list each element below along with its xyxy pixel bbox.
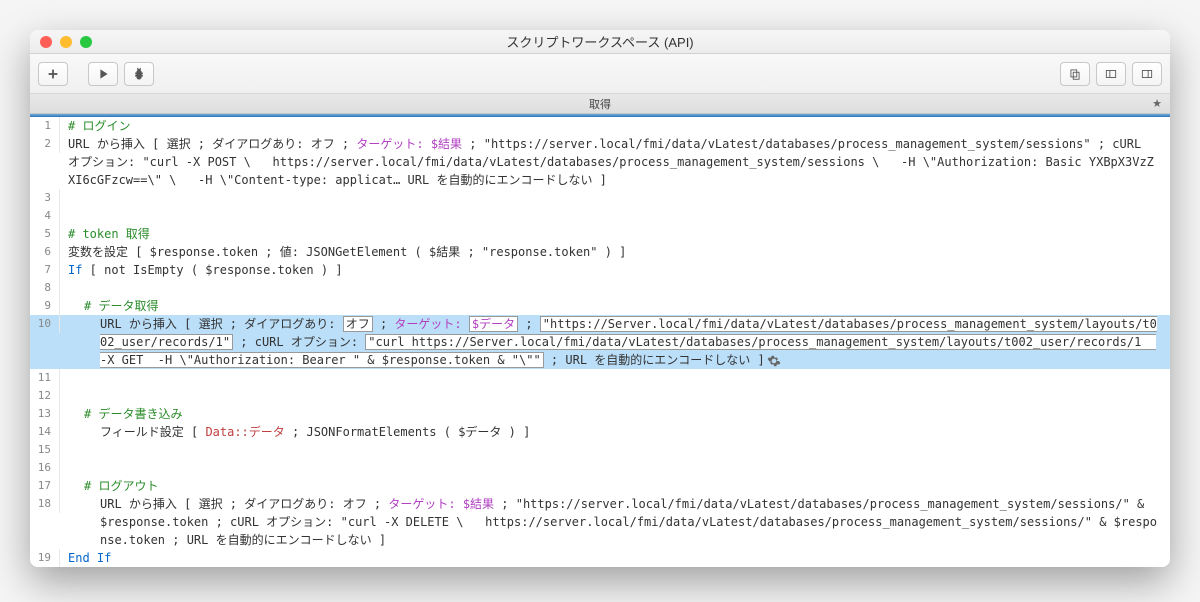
script-line[interactable]: 13# データ書き込み (30, 405, 1170, 423)
script-line[interactable]: 6変数を設定 [ $response.token ; 値: JSONGetEle… (30, 243, 1170, 261)
script-step[interactable]: # token 取得 (60, 225, 1170, 243)
script-step[interactable]: URL から挿入 [ 選択 ; ダイアログあり: オフ ; ターゲット: $結果… (60, 495, 1170, 549)
line-number: 10 (30, 315, 60, 333)
line-number: 6 (30, 243, 60, 261)
line-number: 1 (30, 117, 60, 135)
script-line[interactable]: 4 (30, 207, 1170, 225)
line-number: 14 (30, 423, 60, 441)
toolbar (30, 54, 1170, 94)
minimize-icon[interactable] (60, 36, 72, 48)
gear-icon[interactable] (767, 354, 781, 368)
script-workspace-window: スクリプトワークスペース (API) (30, 30, 1170, 567)
line-number: 13 (30, 405, 60, 423)
line-number: 19 (30, 549, 60, 567)
script-step[interactable]: # データ取得 (60, 297, 1170, 315)
script-tab[interactable]: 取得 ★ (30, 94, 1170, 114)
modified-indicator-icon: ★ (1152, 97, 1162, 110)
script-step[interactable]: URL から挿入 [ 選択 ; ダイアログあり: オフ ; ターゲット: $結果… (60, 135, 1170, 189)
bug-icon (132, 67, 146, 81)
line-number: 12 (30, 387, 60, 405)
script-line[interactable]: 5# token 取得 (30, 225, 1170, 243)
maximize-icon[interactable] (80, 36, 92, 48)
script-line[interactable]: 12 (30, 387, 1170, 405)
play-icon (96, 67, 110, 81)
copy-button[interactable] (1060, 62, 1090, 86)
window-title: スクリプトワークスペース (API) (506, 32, 693, 51)
script-line[interactable]: 14フィールド設定 [ Data::データ ; JSONFormatElemen… (30, 423, 1170, 441)
script-line[interactable]: 1# ログイン (30, 117, 1170, 135)
script-step[interactable]: フィールド設定 [ Data::データ ; JSONFormatElements… (60, 423, 1170, 441)
line-number: 15 (30, 441, 60, 459)
script-editor[interactable]: 1# ログイン2URL から挿入 [ 選択 ; ダイアログあり: オフ ; ター… (30, 117, 1170, 567)
script-line[interactable]: 8 (30, 279, 1170, 297)
script-line[interactable]: 2URL から挿入 [ 選択 ; ダイアログあり: オフ ; ターゲット: $結… (30, 135, 1170, 189)
script-step[interactable]: URL から挿入 [ 選択 ; ダイアログあり: オフ ; ターゲット: $デー… (60, 315, 1170, 369)
script-step[interactable]: End If (60, 549, 1170, 567)
traffic-lights (40, 36, 92, 48)
line-number: 17 (30, 477, 60, 495)
script-line[interactable]: 9# データ取得 (30, 297, 1170, 315)
script-step[interactable]: # ログイン (60, 117, 1170, 135)
plus-icon (46, 67, 60, 81)
script-line[interactable]: 3 (30, 189, 1170, 207)
script-line[interactable]: 7If [ not IsEmpty ( $response.token ) ] (30, 261, 1170, 279)
run-button[interactable] (88, 62, 118, 86)
sidebar-left-icon (1104, 67, 1118, 81)
script-line[interactable]: 16 (30, 459, 1170, 477)
tab-label: 取得 (589, 96, 611, 112)
script-line[interactable]: 19End If (30, 549, 1170, 567)
script-line[interactable]: 18URL から挿入 [ 選択 ; ダイアログあり: オフ ; ターゲット: $… (30, 495, 1170, 549)
line-number: 7 (30, 261, 60, 279)
line-number: 3 (30, 189, 60, 207)
line-number: 2 (30, 135, 60, 153)
add-button[interactable] (38, 62, 68, 86)
sidebar-left-button[interactable] (1096, 62, 1126, 86)
script-step[interactable]: 変数を設定 [ $response.token ; 値: JSONGetElem… (60, 243, 1170, 261)
script-step[interactable]: # データ書き込み (60, 405, 1170, 423)
script-step[interactable]: If [ not IsEmpty ( $response.token ) ] (60, 261, 1170, 279)
script-line[interactable]: 10URL から挿入 [ 選択 ; ダイアログあり: オフ ; ターゲット: $… (30, 315, 1170, 369)
line-number: 5 (30, 225, 60, 243)
copy-icon (1068, 67, 1082, 81)
line-number: 8 (30, 279, 60, 297)
script-step[interactable]: # ログアウト (60, 477, 1170, 495)
line-number: 4 (30, 207, 60, 225)
line-number: 16 (30, 459, 60, 477)
close-icon[interactable] (40, 36, 52, 48)
script-line[interactable]: 17# ログアウト (30, 477, 1170, 495)
script-line[interactable]: 15 (30, 441, 1170, 459)
sidebar-right-button[interactable] (1132, 62, 1162, 86)
script-line[interactable]: 11 (30, 369, 1170, 387)
titlebar: スクリプトワークスペース (API) (30, 30, 1170, 54)
sidebar-right-icon (1140, 67, 1154, 81)
debug-button[interactable] (124, 62, 154, 86)
line-number: 11 (30, 369, 60, 387)
line-number: 9 (30, 297, 60, 315)
line-number: 18 (30, 495, 60, 513)
